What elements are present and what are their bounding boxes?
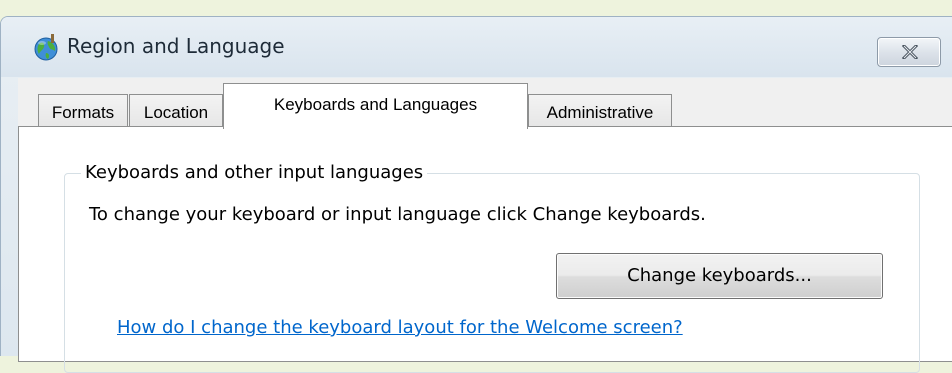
tab-location[interactable]: Location bbox=[129, 94, 223, 128]
welcome-screen-help-link[interactable]: How do I change the keyboard layout for … bbox=[117, 317, 683, 338]
keyboards-description: To change your keyboard or input languag… bbox=[89, 204, 706, 225]
window-title: Region and Language bbox=[67, 34, 285, 58]
change-keyboards-button[interactable]: Change keyboards... bbox=[556, 253, 883, 299]
close-button[interactable] bbox=[877, 37, 941, 67]
tab-formats[interactable]: Formats bbox=[38, 94, 128, 128]
groupbox-legend: Keyboards and other input languages bbox=[81, 162, 428, 183]
title-bar[interactable]: Region and Language bbox=[1, 17, 952, 77]
tab-keyboards-and-languages[interactable]: Keyboards and Languages bbox=[223, 83, 528, 129]
tab-panel-keyboards: Keyboards and other input languages To c… bbox=[18, 126, 952, 373]
close-icon bbox=[902, 45, 918, 59]
tab-strip: Formats Location Keyboards and Languages… bbox=[18, 76, 952, 129]
tab-administrative[interactable]: Administrative bbox=[528, 94, 672, 128]
globe-icon bbox=[31, 33, 61, 63]
